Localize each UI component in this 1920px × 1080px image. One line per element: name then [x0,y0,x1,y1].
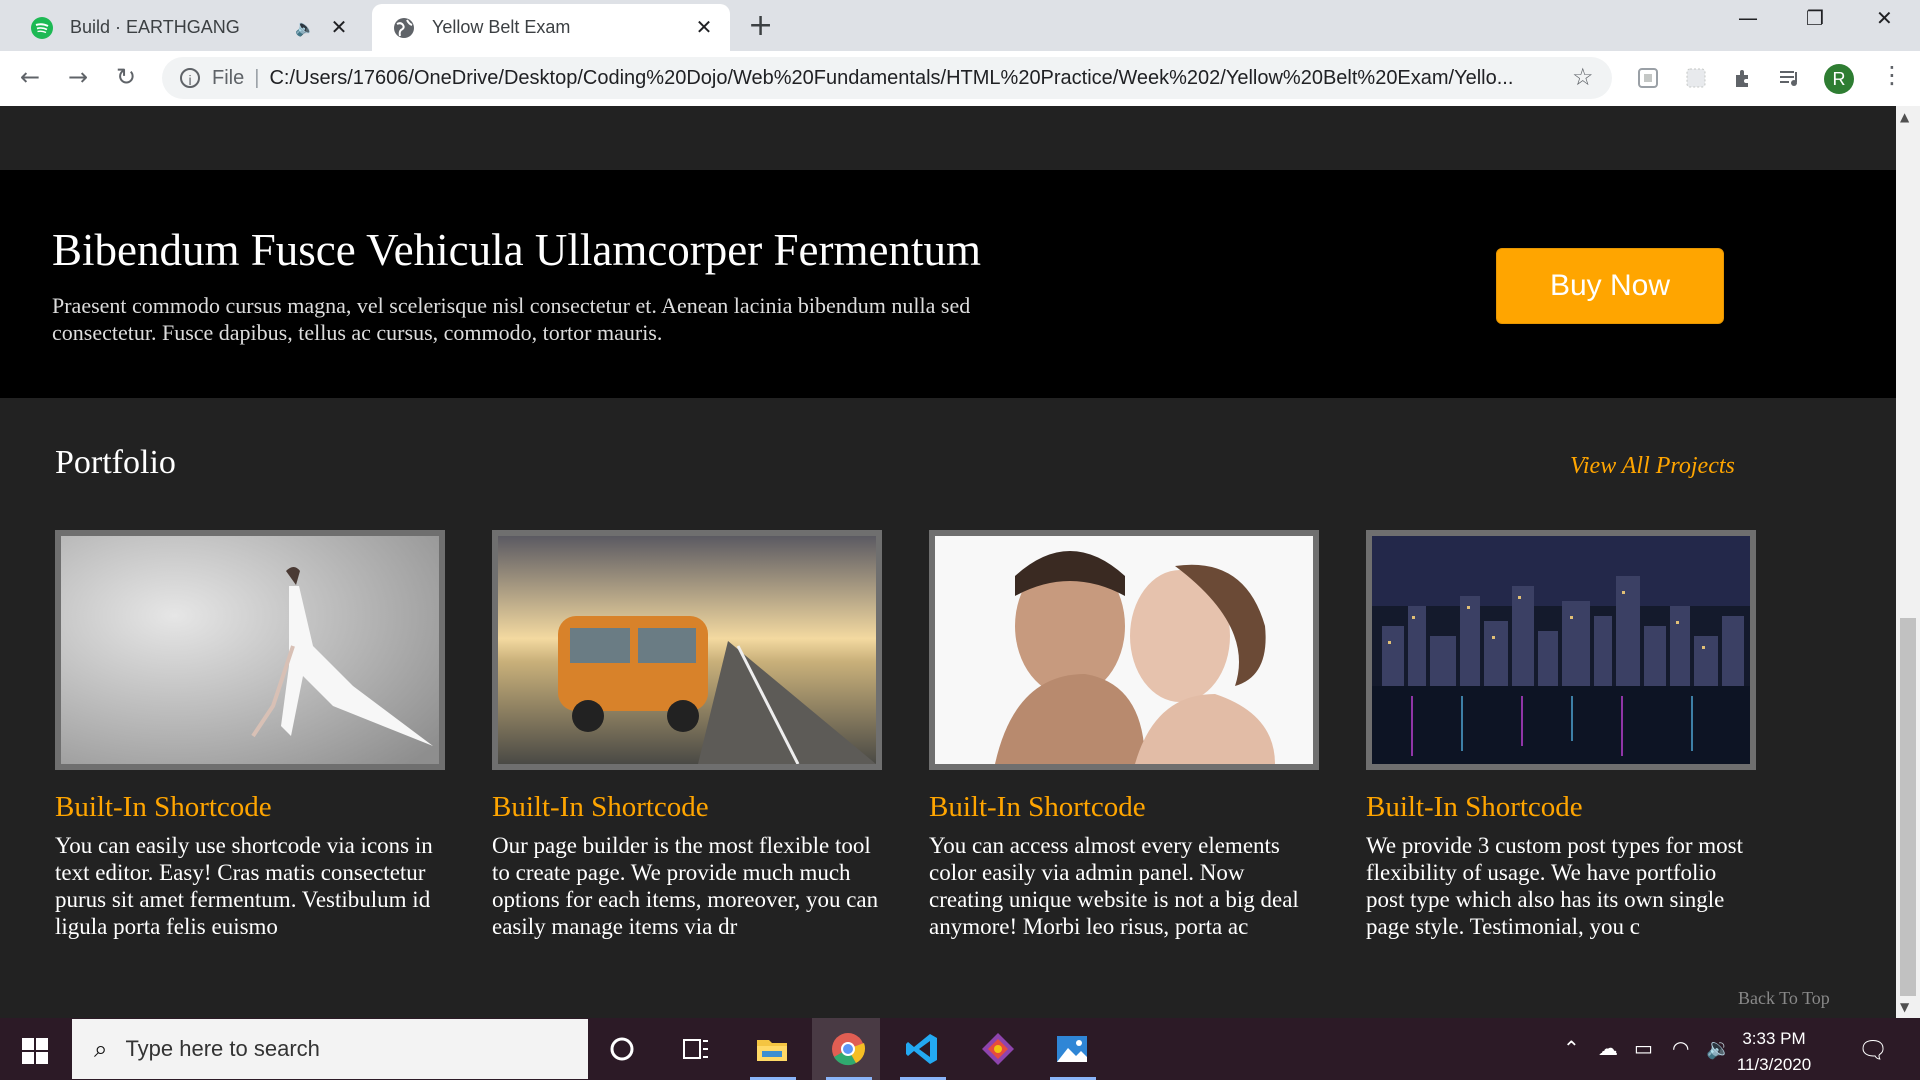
extension-dotted-icon[interactable] [1684,66,1708,90]
page-viewport: Bibendum Fusce Vehicula Ullamcorper Ferm… [0,106,1896,1018]
card-title[interactable]: Built-In Shortcode [1366,791,1756,824]
bus-image [498,536,876,764]
scrollbar-thumb[interactable] [1900,618,1916,996]
tab-spotify[interactable]: Build · EARTHGANG 🔈 ✕ [10,4,365,51]
portfolio-card: Built-In Shortcode Our page builder is t… [492,530,882,940]
windows-start-icon[interactable] [22,1038,48,1064]
close-tab-icon[interactable]: ✕ [692,15,716,40]
portfolio-card: Built-In Shortcode You can access almost… [929,530,1319,940]
card-title[interactable]: Built-In Shortcode [929,791,1319,824]
speaker-icon[interactable]: 🔈 [295,18,315,38]
minimize-button[interactable]: — [1738,6,1758,30]
extension-pocket-icon[interactable] [1636,66,1660,90]
forward-arrow-icon[interactable]: → [68,63,88,91]
chrome-active-highlight [812,1018,880,1080]
card-text: Our page builder is the most flexible to… [492,833,879,939]
card-text: You can easily use shortcode via icons i… [55,833,433,939]
windows-taskbar: ⌕ Type here to search [0,1018,1920,1080]
address-bar[interactable]: i File | C:/Users/17606/OneDrive/Desktop… [162,57,1612,99]
portfolio-image-bus[interactable] [492,530,882,770]
clock-date: 11/3/2020 [1736,1055,1812,1074]
scheme-label: File [212,66,245,89]
card-text: You can access almost every elements col… [929,833,1299,939]
close-window-button[interactable]: ✕ [1876,6,1893,30]
close-tab-icon[interactable]: ✕ [327,15,351,40]
dancer-image [61,536,439,764]
back-arrow-icon[interactable]: ← [20,63,40,91]
browser-tab-strip: Build · EARTHGANG 🔈 ✕ Yellow Belt Exam ✕… [0,0,1920,51]
scroll-up-arrow-icon[interactable]: ▲ [1900,110,1909,124]
tab-title: Yellow Belt Exam [432,17,571,37]
portfolio-heading: Portfolio [55,444,176,481]
scroll-down-arrow-icon[interactable]: ▼ [1900,1000,1909,1014]
portfolio-image-dancer[interactable] [55,530,445,770]
bookmark-star-icon[interactable]: ☆ [1572,63,1594,92]
address-separator: | [254,66,260,89]
portfolio-image-couple[interactable] [929,530,1319,770]
onedrive-cloud-icon[interactable]: ☁ [1598,1036,1618,1060]
cta-banner: Bibendum Fusce Vehicula Ullamcorper Ferm… [0,170,1896,398]
browser-toolbar: ← → ↻ i File | C:/Users/17606/OneDrive/D… [0,51,1920,107]
card-text: We provide 3 custom post types for most … [1366,833,1743,939]
spotify-icon [31,16,53,39]
vscode-icon[interactable] [904,1031,940,1067]
action-center-icon[interactable]: 🗨 [1858,1036,1888,1064]
profile-avatar[interactable]: R [1824,64,1854,94]
clock-time: 3:33 PM [1742,1029,1806,1048]
battery-icon[interactable]: ▭ [1634,1036,1653,1060]
card-title[interactable]: Built-In Shortcode [492,791,882,824]
globe-icon [394,17,414,38]
wifi-icon[interactable]: ◠ [1672,1036,1689,1060]
url-text[interactable]: C:/Users/17606/OneDrive/Desktop/Coding%2… [269,67,1559,90]
buy-now-button[interactable]: Buy Now [1496,248,1724,324]
portfolio-image-skyline[interactable] [1366,530,1756,770]
card-title[interactable]: Built-In Shortcode [55,791,445,824]
system-clock[interactable]: 3:33 PM 11/3/2020 [1724,1026,1824,1078]
skyline-image [1372,536,1750,764]
back-to-top-link[interactable]: Back To Top [1738,988,1830,1009]
search-placeholder: Type here to search [125,1036,320,1061]
photos-icon[interactable] [1054,1031,1090,1067]
view-all-projects-link[interactable]: View All Projects [1570,453,1735,480]
cta-title: Bibendum Fusce Vehicula Ullamcorper Ferm… [52,225,981,275]
portfolio-card: Built-In Shortcode You can easily use sh… [55,530,445,940]
show-hidden-icons-chevron-icon[interactable]: ⌃ [1563,1036,1580,1060]
extensions-puzzle-icon[interactable] [1732,66,1756,90]
menu-kebab-icon[interactable]: ⋮ [1880,61,1904,89]
tab-yellow-belt-exam[interactable]: Yellow Belt Exam ✕ [372,4,730,51]
tab-title: Build · EARTHGANG [70,17,240,37]
cortana-icon[interactable] [604,1031,640,1067]
task-view-icon[interactable] [678,1031,714,1067]
file-explorer-icon[interactable] [754,1031,790,1067]
cta-description: Praesent commodo cursus magna, vel scele… [52,293,971,345]
git-icon[interactable] [980,1031,1016,1067]
info-icon[interactable]: i [180,68,200,88]
reload-icon[interactable]: ↻ [116,63,136,91]
restore-button[interactable]: ❐ [1806,6,1824,30]
search-icon: ⌕ [94,1035,108,1063]
couple-image [935,536,1313,764]
new-tab-button[interactable]: + [748,8,773,43]
portfolio-card: Built-In Shortcode We provide 3 custom p… [1366,530,1756,940]
media-queue-icon[interactable] [1778,66,1802,90]
taskbar-search-box[interactable]: ⌕ Type here to search [72,1019,588,1079]
